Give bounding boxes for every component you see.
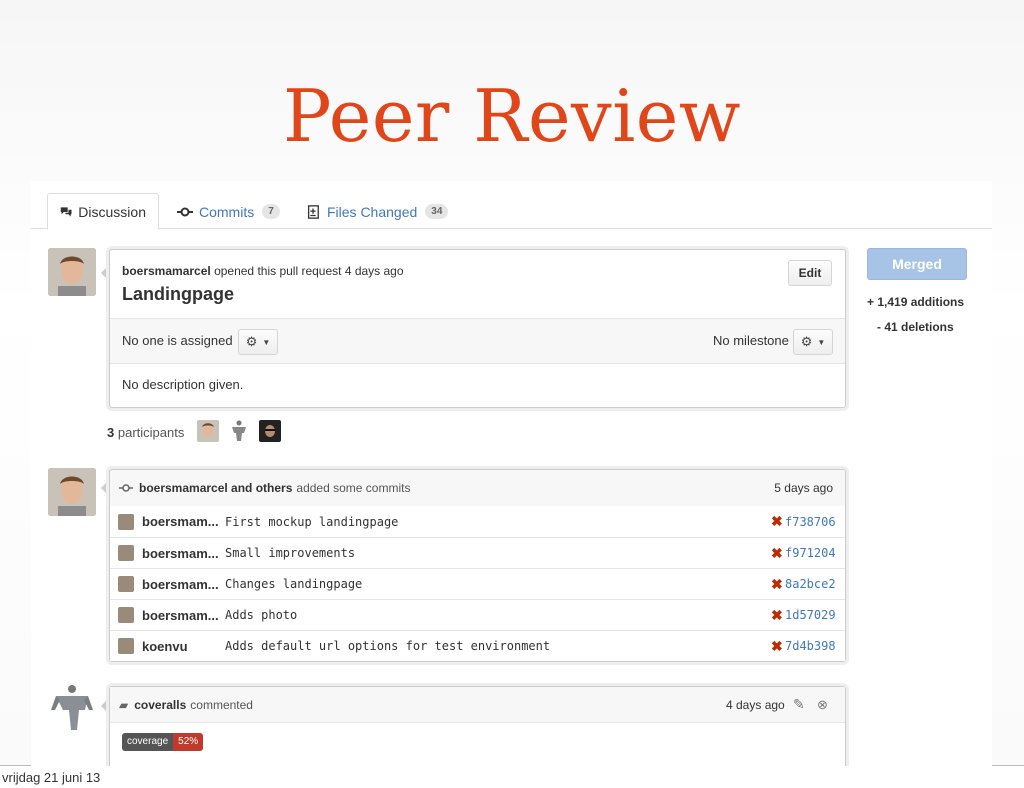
diff-icon: [307, 204, 319, 219]
commit-message[interactable]: Adds photo: [225, 608, 297, 622]
comment-time: 4 days ago: [726, 697, 785, 712]
participant-avatar[interactable]: [197, 420, 219, 442]
commit-icon: [119, 484, 133, 492]
comment-pointer: [101, 265, 109, 281]
commit-message[interactable]: Small improvements: [225, 546, 355, 560]
badge-value: 52%: [173, 733, 204, 751]
table-row: boersmam... Adds photo ✖ 1d57029: [110, 599, 845, 630]
assignee-text: No one is assigned: [122, 333, 233, 348]
commits-count-badge: 7: [262, 204, 280, 219]
table-row: boersmam... Changes landingpage ✖ 8a2bce2: [110, 568, 845, 599]
commit-icon: [177, 207, 193, 216]
avatar[interactable]: [48, 684, 96, 732]
commit-author-avatar[interactable]: [118, 545, 134, 561]
commit-sha-link[interactable]: 7d4b398: [785, 639, 836, 653]
pr-description: No description given.: [122, 377, 244, 392]
milestone-gear-button[interactable]: ⚙ ▼: [793, 329, 833, 355]
participants-count: 3: [107, 425, 115, 440]
table-row: boersmam... Small improvements ✖ f971204: [110, 537, 845, 568]
coveralls-comment-box: ▰ coveralls commented 4 days ago ✎ ⊗ cov…: [109, 686, 846, 766]
gear-icon: ⚙: [245, 334, 258, 349]
caret-down-icon: ▼: [262, 337, 271, 347]
build-failed-icon[interactable]: ✖: [771, 607, 783, 624]
files-count-badge: 34: [425, 204, 449, 219]
merged-status-button[interactable]: Merged: [867, 248, 967, 280]
additions-text: + 1,419 additions: [867, 295, 965, 309]
commits-header: boersmamarcel and others added some comm…: [110, 470, 845, 506]
badge-label: coverage: [122, 733, 174, 751]
participants-line: 3 participants: [107, 425, 184, 440]
build-failed-icon[interactable]: ✖: [771, 545, 783, 562]
commit-author[interactable]: boersmam...: [142, 546, 219, 561]
commit-sha-link[interactable]: f971204: [785, 546, 836, 560]
commit-list: boersmam... First mockup landingpage ✖ f738…: [110, 506, 845, 661]
commit-author[interactable]: boersmam...: [142, 514, 219, 529]
pr-tabs: Discussion Commits 7 Files Changed 34: [31, 181, 992, 230]
slide-title: Peer Review: [283, 74, 741, 158]
commits-box: boersmamarcel and others added some comm…: [109, 469, 846, 662]
table-row: koenvu Adds default url options for test …: [110, 630, 845, 661]
comment-pointer: [101, 698, 109, 714]
discussion-icon: [60, 206, 72, 217]
tab-label: Discussion: [78, 203, 146, 220]
participant-avatar[interactable]: [228, 420, 250, 442]
tab-label: Files Changed: [327, 203, 418, 220]
deletions-text: - 41 deletions: [877, 320, 954, 334]
participants-label: participants: [117, 425, 185, 440]
pr-opened-line: boersmamarcel opened this pull request 4…: [122, 264, 404, 278]
tab-commits[interactable]: Commits 7: [165, 193, 292, 230]
commit-author-avatar[interactable]: [118, 607, 134, 623]
gear-icon: ⚙: [800, 334, 813, 349]
avatar[interactable]: [48, 248, 96, 296]
pr-author[interactable]: boersmamarcel: [122, 264, 211, 278]
pull-request-box: boersmamarcel opened this pull request 4…: [109, 249, 846, 408]
slide: Peer Review Discussion Commits 7 Files C…: [0, 0, 1024, 766]
commits-author[interactable]: boersmamarcel and others: [139, 481, 292, 495]
github-screenshot: Discussion Commits 7 Files Changed 34 bo…: [31, 181, 992, 766]
comment-header: ▰ coveralls commented 4 days ago ✎ ⊗: [110, 687, 845, 723]
avatar[interactable]: [48, 468, 96, 516]
commit-sha-link[interactable]: 8a2bce2: [785, 577, 836, 591]
commit-author-avatar[interactable]: [118, 576, 134, 592]
comment-action: commented: [190, 697, 253, 712]
footer-date: vrijdag 21 juni 13: [2, 770, 101, 785]
pr-title: Landingpage: [122, 284, 234, 304]
commit-author[interactable]: boersmam...: [142, 577, 219, 592]
commit-author-avatar[interactable]: [118, 638, 134, 654]
commits-action: added some commits: [296, 481, 411, 495]
commit-author[interactable]: koenvu: [142, 639, 188, 654]
commit-message[interactable]: First mockup landingpage: [225, 515, 398, 529]
caret-down-icon: ▼: [817, 337, 826, 347]
commits-time: 5 days ago: [774, 481, 833, 495]
tab-files-changed[interactable]: Files Changed 34: [293, 193, 460, 230]
pencil-icon[interactable]: ✎: [793, 696, 805, 713]
participant-avatar[interactable]: [259, 420, 281, 442]
commit-message[interactable]: Changes landingpage: [225, 577, 362, 591]
pr-meta-bar: No one is assigned ⚙ ▼ No milestone ⚙ ▼: [110, 318, 845, 364]
commit-author-avatar[interactable]: [118, 513, 134, 530]
build-failed-icon[interactable]: ✖: [771, 576, 783, 593]
commit-message[interactable]: Adds default url options for test enviro…: [225, 639, 550, 653]
milestone-text: No milestone: [713, 333, 789, 348]
tab-discussion[interactable]: Discussion: [47, 193, 159, 230]
commit-sha-link[interactable]: f738706: [785, 515, 836, 529]
commit-author[interactable]: boersmam...: [142, 608, 219, 623]
coverage-badge[interactable]: coverage 52%: [122, 733, 204, 751]
build-failed-icon[interactable]: ✖: [771, 513, 783, 530]
assignee-gear-button[interactable]: ⚙ ▼: [238, 329, 278, 355]
build-failed-icon[interactable]: ✖: [771, 638, 783, 655]
pr-opened-text: opened this pull request 4 days ago: [214, 264, 404, 278]
comment-pointer: [101, 480, 109, 496]
comment-icon: ▰: [119, 697, 129, 712]
close-icon[interactable]: ⊗: [817, 697, 828, 713]
table-row: boersmam... First mockup landingpage ✖ f738…: [110, 506, 845, 537]
commit-sha-link[interactable]: 1d57029: [785, 608, 836, 622]
edit-button[interactable]: Edit: [788, 260, 832, 286]
tab-label: Commits: [199, 203, 255, 220]
comment-author[interactable]: coveralls: [134, 698, 186, 712]
